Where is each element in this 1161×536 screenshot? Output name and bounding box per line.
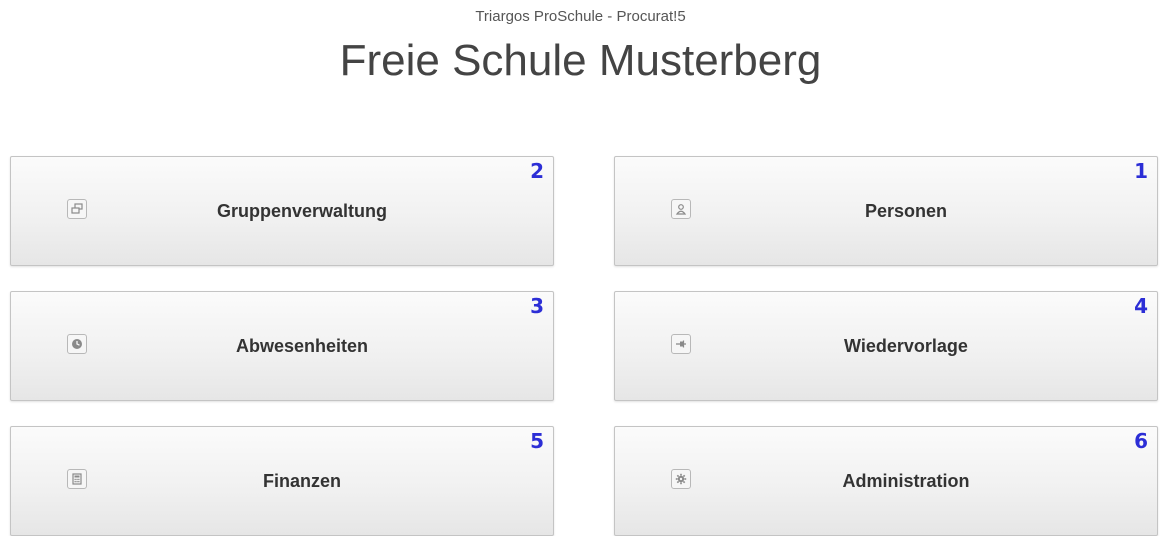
group-icon [67,199,87,219]
tile-number: 5 [530,429,544,453]
tile-number: 3 [530,294,544,318]
tile-label: Personen [864,201,948,221]
calculator-icon [67,469,87,489]
tile-number: 2 [530,159,544,183]
tile-finanzen[interactable]: Finanzen 5 [10,426,554,536]
tile-number: 4 [1134,294,1148,318]
tile-label: Administration [842,471,970,491]
tile-label: Finanzen [262,471,341,491]
tile-wiedervorlage[interactable]: Wiedervorlage 4 [614,291,1158,401]
tile-administration[interactable]: Administration 6 [614,426,1158,536]
tile-personen[interactable]: Personen 1 [614,156,1158,266]
tile-label: Gruppenverwaltung [216,201,387,221]
tile-label: Wiedervorlage [844,336,968,356]
pin-icon [671,334,691,354]
tile-label: Abwesenheiten [235,336,369,356]
tile-abwesenheiten[interactable]: Abwesenheiten 3 [10,291,554,401]
person-icon [671,199,691,219]
tile-number: 1 [1134,159,1148,183]
gear-icon [671,469,691,489]
page-title: Freie Schule Musterberg [339,36,822,85]
app-subtitle: Triargos ProSchule - Procurat!5 [475,8,686,25]
tile-gruppenverwaltung[interactable]: Gruppenverwaltung 2 [10,156,554,266]
tile-number: 6 [1134,429,1148,453]
clock-icon [67,334,87,354]
